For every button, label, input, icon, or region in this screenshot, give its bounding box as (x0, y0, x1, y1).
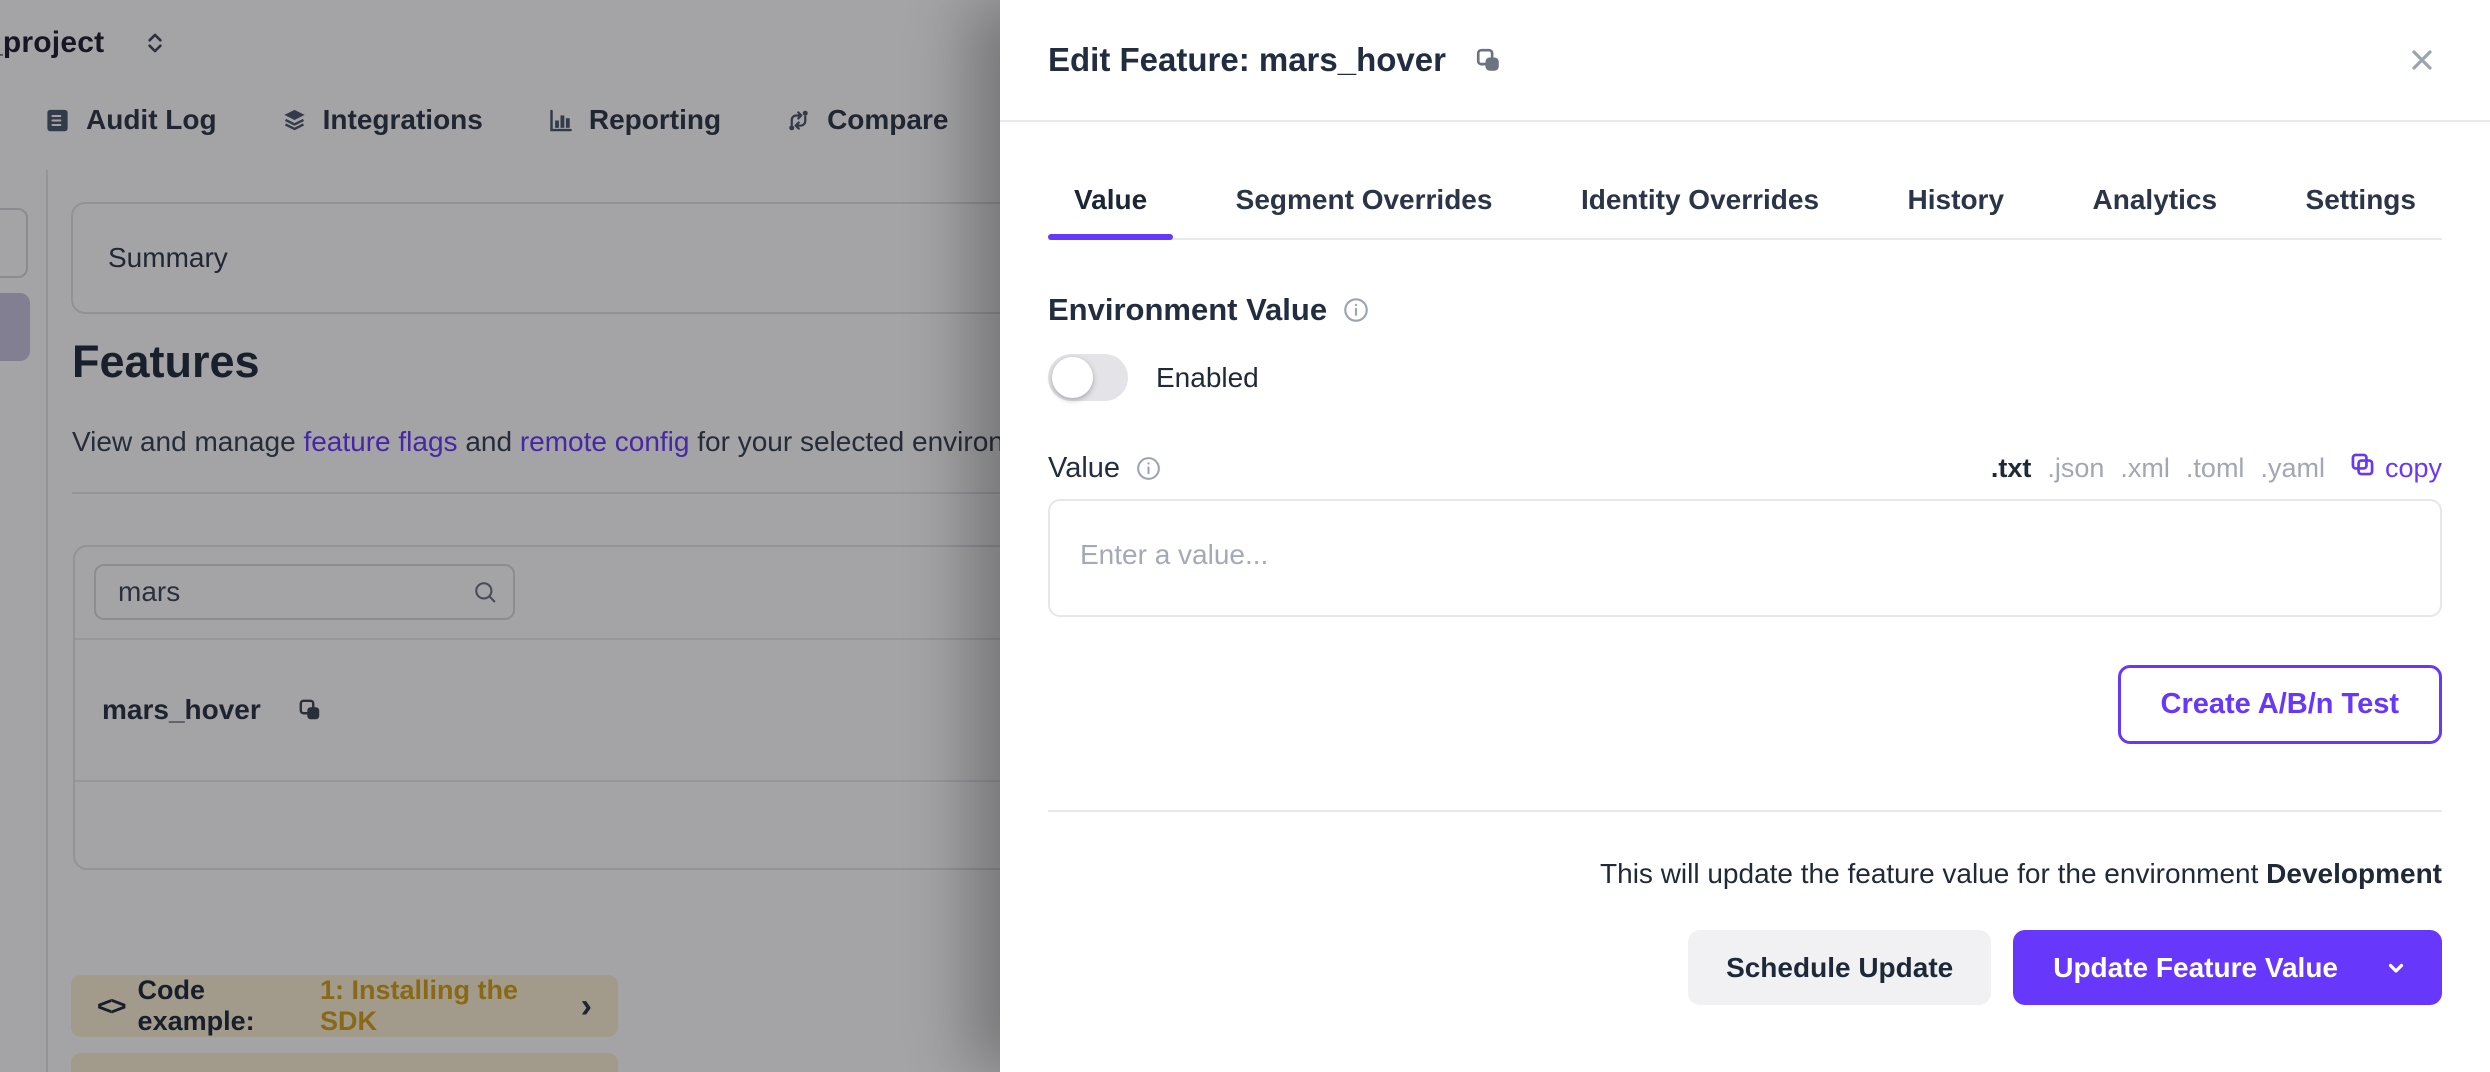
enabled-toggle[interactable] (1048, 354, 1128, 401)
format-json[interactable]: .json (2047, 453, 2104, 484)
update-notice: This will update the feature value for t… (1048, 858, 2442, 890)
info-icon[interactable] (1135, 455, 1162, 482)
edit-feature-modal: Edit Feature: mars_hover Value Segment O… (1000, 0, 2490, 1072)
modal-tabs: Value Segment Overrides Identity Overrid… (1048, 184, 2442, 240)
footer-divider (1048, 810, 2442, 812)
copy-icon (2349, 451, 2376, 485)
create-abn-test-button[interactable]: Create A/B/n Test (2118, 665, 2443, 744)
format-txt[interactable]: .txt (1991, 453, 2032, 484)
toggle-knob (1052, 357, 1093, 398)
info-icon[interactable] (1342, 296, 1370, 324)
environment-name: Development (2266, 858, 2442, 889)
copy-value-button[interactable]: copy (2349, 451, 2442, 485)
modal-header: Edit Feature: mars_hover (1000, 0, 2490, 122)
tab-value[interactable]: Value (1048, 184, 1173, 238)
tab-identity-overrides[interactable]: Identity Overrides (1555, 184, 1845, 238)
value-label-text: Value (1048, 452, 1120, 485)
format-xml[interactable]: .xml (2120, 453, 2170, 484)
value-input[interactable] (1048, 499, 2442, 617)
schedule-update-button[interactable]: Schedule Update (1688, 930, 1991, 1005)
modal-body: Value Segment Overrides Identity Overrid… (1000, 184, 2490, 1005)
format-yaml[interactable]: .yaml (2260, 453, 2325, 484)
enabled-toggle-row: Enabled (1048, 354, 2442, 401)
environment-value-heading: Environment Value (1048, 292, 2442, 328)
copy-label: copy (2385, 453, 2442, 484)
tab-segment-overrides[interactable]: Segment Overrides (1210, 184, 1519, 238)
modal-title-copy-icon[interactable] (1474, 46, 1503, 75)
close-icon[interactable] (2402, 40, 2442, 80)
environment-value-title: Environment Value (1048, 292, 1327, 328)
value-header-row: Value .txt .json .xml .toml .yaml (1048, 451, 2442, 485)
chevron-down-icon[interactable] (2384, 956, 2408, 980)
tab-history[interactable]: History (1882, 184, 2030, 238)
tab-settings[interactable]: Settings (2280, 184, 2442, 238)
tab-analytics[interactable]: Analytics (2067, 184, 2244, 238)
format-switcher: .txt .json .xml .toml .yaml copy (1991, 451, 2442, 485)
toggle-label: Enabled (1156, 362, 1259, 394)
update-feature-value-button[interactable]: Update Feature Value (2013, 930, 2442, 1005)
format-toml[interactable]: .toml (2186, 453, 2245, 484)
value-label: Value (1048, 452, 1162, 485)
modal-actions: Schedule Update Update Feature Value (1048, 930, 2442, 1005)
modal-title: Edit Feature: mars_hover (1048, 41, 1446, 79)
app-root: _project Audit Log Integrations (0, 0, 2490, 1072)
notice-text: This will update the feature value for t… (1600, 858, 2266, 889)
update-feature-value-label: Update Feature Value (2053, 952, 2338, 984)
